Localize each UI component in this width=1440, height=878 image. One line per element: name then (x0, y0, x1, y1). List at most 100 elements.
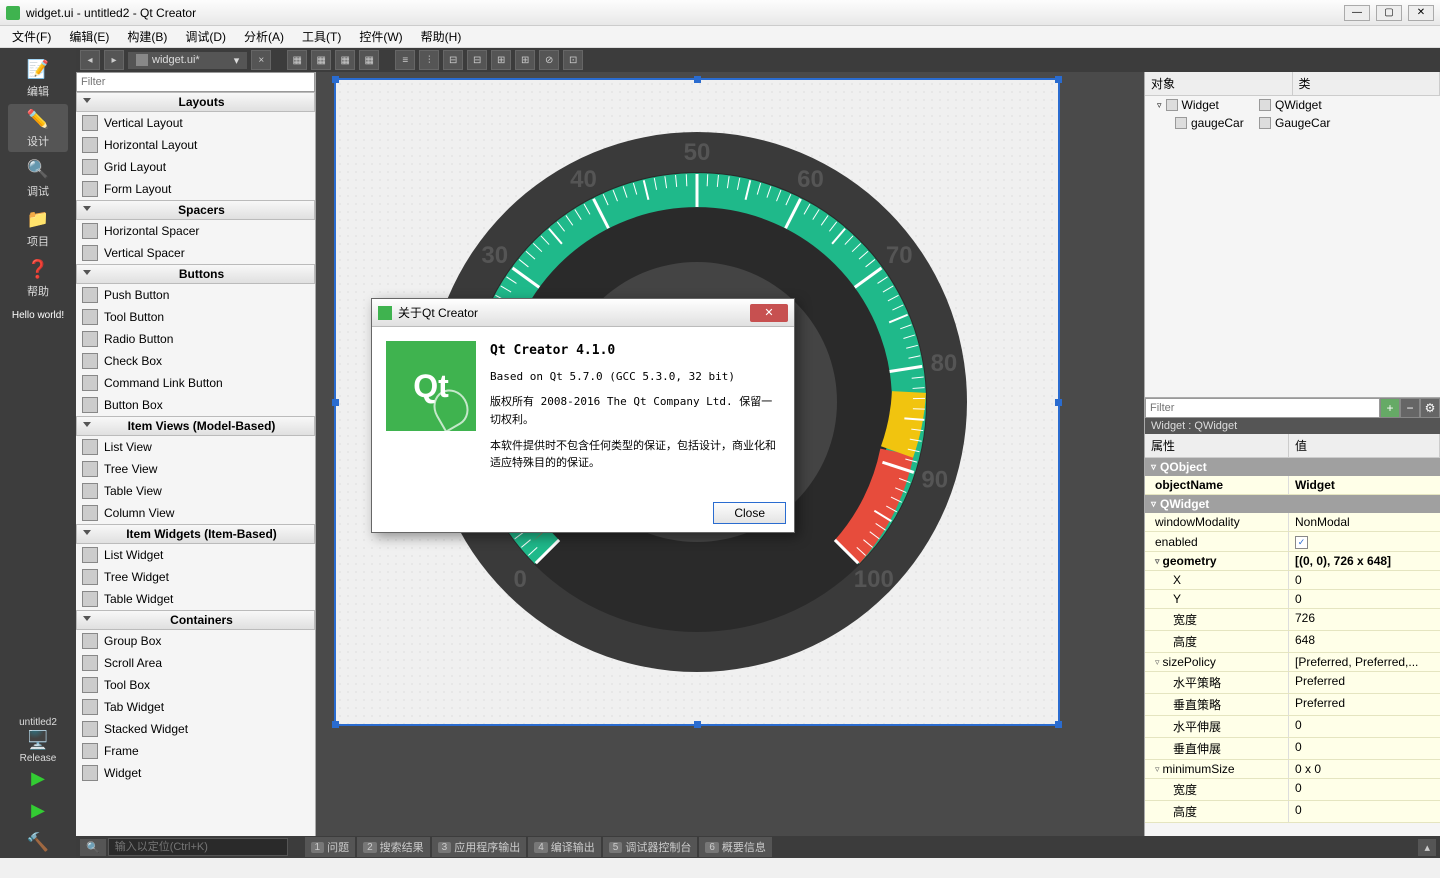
edit-widgets-button[interactable]: ▦ (287, 50, 307, 70)
property-row[interactable]: 垂直策略Preferred (1145, 694, 1440, 716)
widgetbox-item[interactable]: Check Box (76, 350, 315, 372)
widgetbox-item[interactable]: Table Widget (76, 588, 315, 610)
property-row[interactable]: 宽度0 (1145, 779, 1440, 801)
output-tab[interactable]: 3应用程序输出 (432, 837, 527, 857)
widgetbox-category[interactable]: Containers (76, 610, 315, 630)
edit-tabs-button[interactable]: ▦ (359, 50, 379, 70)
widgetbox-item[interactable]: Form Layout (76, 178, 315, 200)
layout-form-button[interactable]: ⊞ (515, 50, 535, 70)
widgetbox-item[interactable]: Stacked Widget (76, 718, 315, 740)
locator-icon[interactable]: 🔍 (80, 839, 106, 856)
menu-item[interactable]: 工具(T) (294, 26, 349, 47)
output-tab[interactable]: 1问题 (305, 837, 356, 857)
mode-button[interactable]: 📁项目 (8, 204, 68, 252)
widgetbox-category[interactable]: Layouts (76, 92, 315, 112)
widgetbox-item[interactable]: Tab Widget (76, 696, 315, 718)
minimize-button[interactable]: — (1344, 5, 1370, 21)
property-row[interactable]: minimumSize0 x 0 (1145, 760, 1440, 779)
file-tab[interactable]: widget.ui* ▾ (128, 52, 247, 69)
prop-header-name[interactable]: 属性 (1145, 434, 1289, 457)
property-row[interactable]: windowModalityNonModal (1145, 513, 1440, 532)
widgetbox-item[interactable]: List Widget (76, 544, 315, 566)
nav-fwd-button[interactable]: ▸ (104, 50, 124, 70)
widgetbox-item[interactable]: Frame (76, 740, 315, 762)
output-tab[interactable]: 2搜索结果 (357, 837, 430, 857)
property-section[interactable]: QObject (1145, 458, 1440, 476)
mode-button[interactable]: ✏️设计 (8, 104, 68, 152)
widgetbox-item[interactable]: Column View (76, 502, 315, 524)
widgetbox-item[interactable]: Tree Widget (76, 566, 315, 588)
property-row[interactable]: 高度648 (1145, 631, 1440, 653)
layout-hs-button[interactable]: ⊟ (443, 50, 463, 70)
menu-item[interactable]: 调试(D) (177, 26, 234, 47)
add-property-button[interactable]: + (1380, 398, 1400, 418)
close-window-button[interactable]: ✕ (1408, 5, 1434, 21)
widgetbox-item[interactable]: Horizontal Spacer (76, 220, 315, 242)
widgetbox-item[interactable]: Vertical Layout (76, 112, 315, 134)
layout-h-button[interactable]: ≡ (395, 50, 415, 70)
property-row[interactable]: Y0 (1145, 590, 1440, 609)
prop-header-value[interactable]: 值 (1289, 434, 1440, 457)
property-row[interactable]: X0 (1145, 571, 1440, 590)
widgetbox-item[interactable]: Command Link Button (76, 372, 315, 394)
property-row[interactable]: 高度0 (1145, 801, 1440, 823)
objtree-header-object[interactable]: 对象 (1145, 72, 1293, 95)
layout-v-button[interactable]: ⫶ (419, 50, 439, 70)
property-section[interactable]: QWidget (1145, 495, 1440, 513)
widgetbox-item[interactable]: List View (76, 436, 315, 458)
objtree-row[interactable]: ▿WidgetQWidget (1145, 96, 1440, 114)
widgetbox-item[interactable]: Table View (76, 480, 315, 502)
widgetbox-item[interactable]: Button Box (76, 394, 315, 416)
menu-item[interactable]: 控件(W) (351, 26, 410, 47)
adjust-size-button[interactable]: ⊡ (563, 50, 583, 70)
output-tab[interactable]: 4编译输出 (528, 837, 601, 857)
widgetbox-item[interactable]: Widget (76, 762, 315, 784)
widgetbox-item[interactable]: Radio Button (76, 328, 315, 350)
menu-item[interactable]: 分析(A) (236, 26, 292, 47)
locator-input[interactable] (108, 838, 288, 856)
objtree-header-class[interactable]: 类 (1293, 72, 1440, 95)
output-collapse-button[interactable]: ▴ (1418, 839, 1436, 856)
build-button[interactable]: 🔨 (21, 828, 55, 856)
objtree-row[interactable]: gaugeCarGaugeCar (1145, 114, 1440, 132)
output-tab[interactable]: 5调试器控制台 (603, 837, 698, 857)
layout-vs-button[interactable]: ⊟ (467, 50, 487, 70)
dialog-close-x-button[interactable]: ✕ (750, 304, 788, 322)
dialog-titlebar[interactable]: 关于Qt Creator ✕ (372, 299, 794, 327)
property-row[interactable]: 水平策略Preferred (1145, 672, 1440, 694)
break-layout-button[interactable]: ⊘ (539, 50, 559, 70)
edit-buddies-button[interactable]: ▦ (335, 50, 355, 70)
dialog-close-button[interactable]: Close (713, 502, 786, 524)
menu-item[interactable]: 文件(F) (4, 26, 59, 47)
widgetbox-item[interactable]: Grid Layout (76, 156, 315, 178)
menu-item[interactable]: 帮助(H) (413, 26, 470, 47)
output-tab[interactable]: 6概要信息 (699, 837, 772, 857)
nav-back-button[interactable]: ◂ (80, 50, 100, 70)
widgetbox-item[interactable]: Group Box (76, 630, 315, 652)
menu-item[interactable]: 编辑(E) (61, 26, 117, 47)
widgetbox-item[interactable]: Tree View (76, 458, 315, 480)
property-row[interactable]: sizePolicy[Preferred, Preferred,... (1145, 653, 1440, 672)
widgetbox-category[interactable]: Buttons (76, 264, 315, 284)
mode-button[interactable]: ❓帮助 (8, 254, 68, 302)
widgetbox-category[interactable]: Item Views (Model-Based) (76, 416, 315, 436)
project-selector[interactable]: untitled2 🖥️ Release (8, 720, 68, 760)
remove-property-button[interactable]: − (1400, 398, 1420, 418)
close-tab-button[interactable]: × (251, 50, 271, 70)
widgetbox-item[interactable]: Vertical Spacer (76, 242, 315, 264)
edit-signals-button[interactable]: ▦ (311, 50, 331, 70)
debug-run-button[interactable]: ▶ (21, 796, 55, 824)
run-button[interactable]: ▶ (21, 764, 55, 792)
widgetbox-category[interactable]: Spacers (76, 200, 315, 220)
property-row[interactable]: geometry[(0, 0), 726 x 648] (1145, 552, 1440, 571)
property-row[interactable]: 垂直伸展0 (1145, 738, 1440, 760)
layout-grid-button[interactable]: ⊞ (491, 50, 511, 70)
widgetbox-item[interactable]: Tool Box (76, 674, 315, 696)
menu-item[interactable]: 构建(B) (119, 26, 175, 47)
mode-button[interactable]: 🔍调试 (8, 154, 68, 202)
property-filter-input[interactable] (1145, 398, 1380, 418)
widgetbox-filter-input[interactable] (76, 72, 315, 92)
widgetbox-item[interactable]: Horizontal Layout (76, 134, 315, 156)
widgetbox-item[interactable]: Scroll Area (76, 652, 315, 674)
widgetbox-category[interactable]: Item Widgets (Item-Based) (76, 524, 315, 544)
